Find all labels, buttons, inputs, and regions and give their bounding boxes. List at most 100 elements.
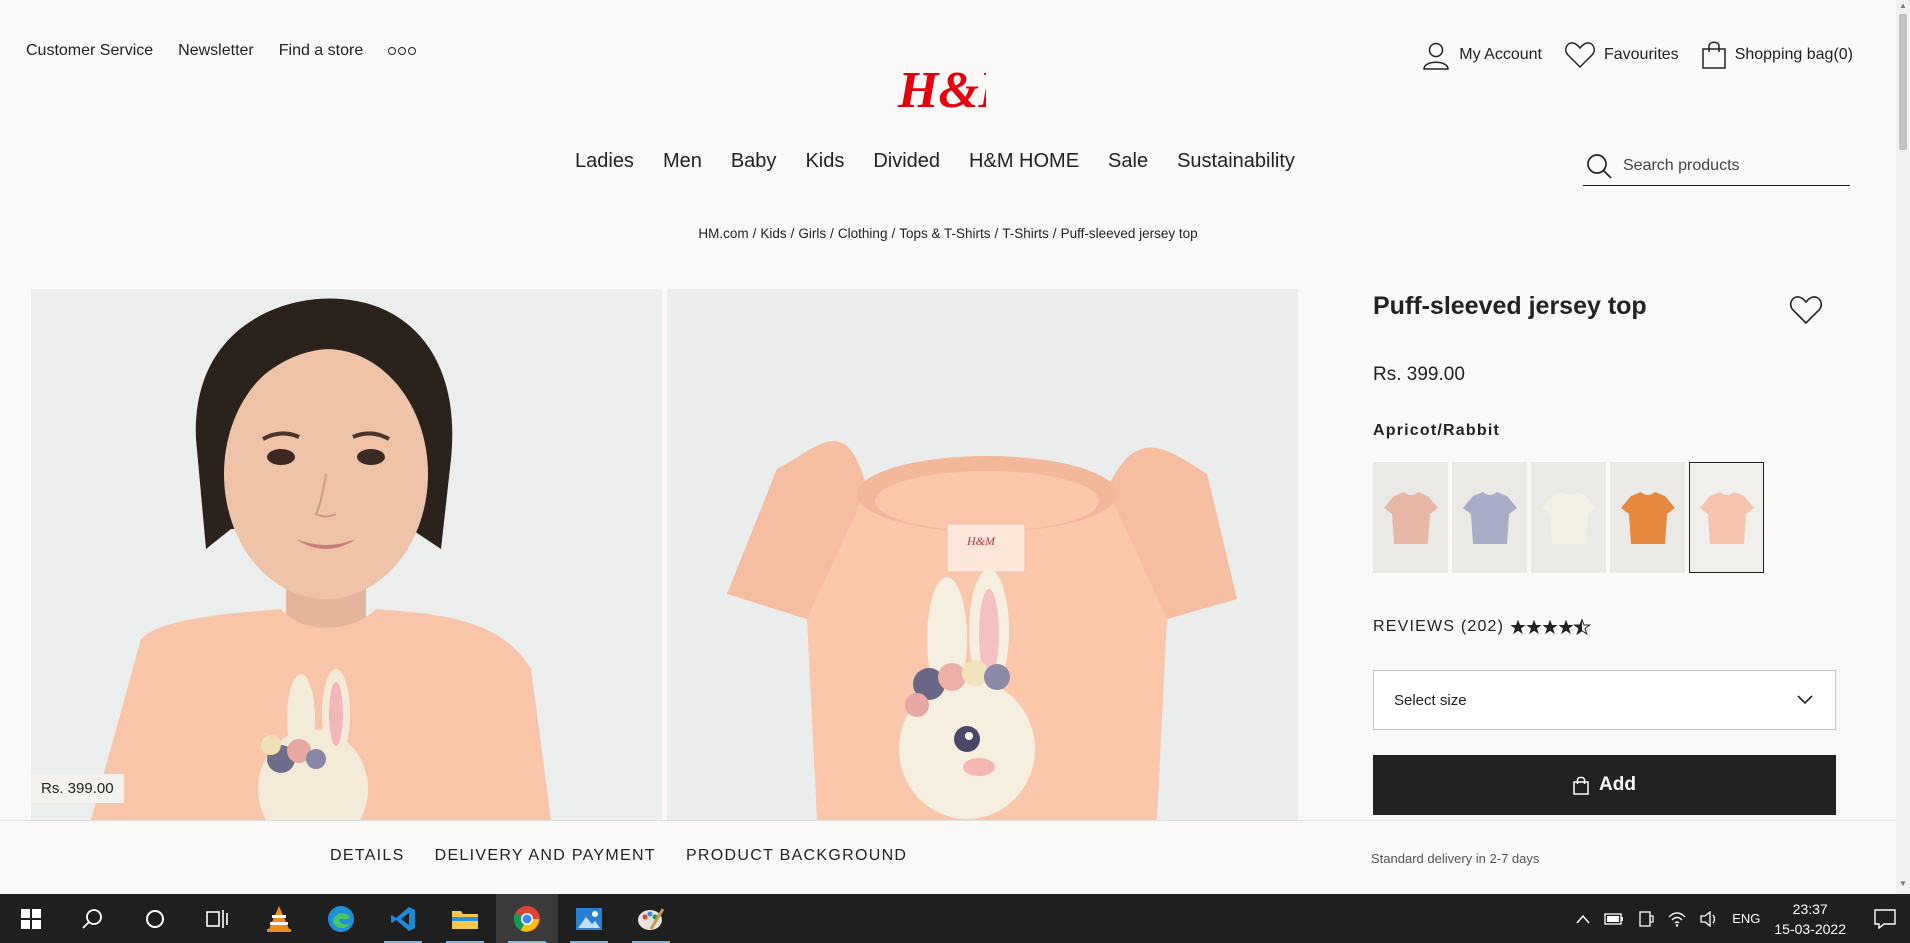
nav-baby[interactable]: Baby [731,150,777,173]
system-tray: ENG 23:37 15-03-2022 [1576,894,1910,943]
cortana-icon[interactable] [124,894,186,943]
account-links: My Account Favourites Shopping bag(0) [1421,40,1853,70]
nav-divided[interactable]: Divided [873,150,940,173]
nav-hm-home[interactable]: H&M HOME [969,150,1079,173]
volume-icon[interactable] [1700,910,1718,927]
size-select-label: Select size [1394,691,1467,709]
breadcrumb-tshirts[interactable]: T-Shirts [1002,226,1049,241]
star-icon [1526,619,1542,634]
nav-sustainability[interactable]: Sustainability [1177,150,1295,173]
notifications-icon[interactable] [1860,894,1910,943]
reviews-link[interactable]: REVIEWS (202) [1373,618,1592,636]
swatch-option[interactable] [1373,462,1448,573]
user-icon [1423,42,1450,70]
nav-ladies[interactable]: Ladies [575,150,634,173]
tshirt-thumbnail [1620,491,1675,544]
search-icon[interactable] [1585,152,1613,180]
product-info-tabs: DETAILS DELIVERY AND PAYMENT PRODUCT BAC… [330,847,907,865]
search-taskbar-icon[interactable] [62,894,124,943]
newsletter-link[interactable]: Newsletter [178,42,254,60]
main-navigation: Ladies Men Baby Kids Divided H&M HOME Sa… [575,150,1295,173]
scroll-down-arrow-icon[interactable]: ▼ [1899,880,1907,888]
flat-product-photo: H&M [667,289,1298,820]
clock-date: 15-03-2022 [1774,920,1846,937]
breadcrumb-separator: / [1052,226,1057,241]
nav-sale[interactable]: Sale [1108,150,1148,173]
breadcrumb-hm[interactable]: HM.com [698,226,748,241]
battery-icon[interactable] [1604,912,1624,926]
color-swatches [1373,462,1764,573]
shopping-bag-link[interactable]: Shopping bag(0) [1701,40,1853,70]
breadcrumb-separator: / [891,226,896,241]
breadcrumb-separator: / [790,226,795,241]
breadcrumb-clothing[interactable]: Clothing [838,226,888,241]
tab-delivery-payment[interactable]: DELIVERY AND PAYMENT [435,847,656,865]
add-to-bag-button[interactable]: Add [1373,755,1836,815]
find-a-store-link[interactable]: Find a store [279,42,363,60]
scroll-up-arrow-icon[interactable]: ▲ [1899,2,1907,10]
shopping-bag-label: Shopping bag(0) [1734,46,1853,63]
search-bar [1583,146,1850,186]
edge-browser-icon[interactable] [310,894,372,943]
wifi-icon[interactable] [1668,911,1686,927]
breadcrumb: HM.com / Kids / Girls / Clothing / Tops & T-Shir… [0,226,1896,241]
add-to-favourites-heart-icon[interactable] [1789,294,1823,326]
tab-details[interactable]: DETAILS [330,847,405,865]
swatch-option[interactable] [1610,462,1685,573]
task-view-icon[interactable] [186,894,248,943]
nav-men[interactable]: Men [663,150,702,173]
product-image-flat[interactable]: H&M [667,289,1298,820]
logo-text: H&M [897,62,986,119]
hm-logo[interactable]: H&M [896,55,986,120]
image-price-tag: Rs. 399.00 [31,774,124,803]
size-select[interactable]: Select size [1373,670,1836,730]
swatch-option-selected[interactable] [1689,462,1764,573]
product-price: Rs. 399.00 [1373,364,1465,385]
breadcrumb-separator: / [752,226,757,241]
svg-text:H&M: H&M [966,534,996,548]
nav-kids[interactable]: Kids [805,150,844,173]
breadcrumb-tops[interactable]: Tops & T-Shirts [899,226,990,241]
more-options-icon[interactable] [388,42,417,60]
clock[interactable]: 23:37 15-03-2022 [1774,899,1846,939]
product-info-tabbar: DETAILS DELIVERY AND PAYMENT PRODUCT BAC… [0,820,1896,894]
page-scrollbar[interactable]: ▲ ▼ [1896,0,1910,894]
breadcrumb-girls[interactable]: Girls [798,226,826,241]
swatch-option[interactable] [1531,462,1606,573]
vlc-icon[interactable] [248,894,310,943]
heart-icon [1565,42,1595,69]
search-input[interactable] [1623,156,1843,175]
scrollbar-thumb[interactable] [1899,14,1907,150]
vscode-icon[interactable] [372,894,434,943]
language-indicator[interactable]: ENG [1732,911,1760,926]
star-icon [1542,619,1558,634]
utility-links: Customer Service Newsletter Find a store [26,42,417,60]
chevron-up-icon[interactable] [1576,914,1590,924]
rating-stars [1510,619,1591,635]
tab-product-background[interactable]: PRODUCT BACKGROUND [686,847,907,865]
paint-app-icon[interactable] [620,894,682,943]
favourites-link[interactable]: Favourites [1564,41,1679,69]
device-icon[interactable] [1638,910,1654,927]
favourites-label: Favourites [1603,46,1679,63]
tshirt-thumbnail [1383,491,1438,544]
breadcrumb-kids[interactable]: Kids [760,226,786,241]
my-account-label: My Account [1459,46,1542,63]
breadcrumb-separator: / [830,226,834,241]
half-star-icon [1574,619,1591,635]
windows-taskbar: ENG 23:37 15-03-2022 [0,894,1910,943]
my-account-link[interactable]: My Account [1421,40,1542,70]
swatch-option[interactable] [1452,462,1527,573]
product-image-model[interactable] [31,289,662,820]
reviews-label: REVIEWS (202) [1373,618,1505,635]
add-label: Add [1599,774,1636,795]
photos-icon[interactable] [558,894,620,943]
bag-icon [1573,776,1589,795]
chrome-icon[interactable] [496,894,558,943]
windows-start-icon[interactable] [0,894,62,943]
shopping-bag-icon [1701,41,1726,69]
file-explorer-icon[interactable] [434,894,496,943]
breadcrumb-separator: / [994,226,999,241]
star-icon [1558,619,1574,634]
customer-service-link[interactable]: Customer Service [26,42,153,60]
